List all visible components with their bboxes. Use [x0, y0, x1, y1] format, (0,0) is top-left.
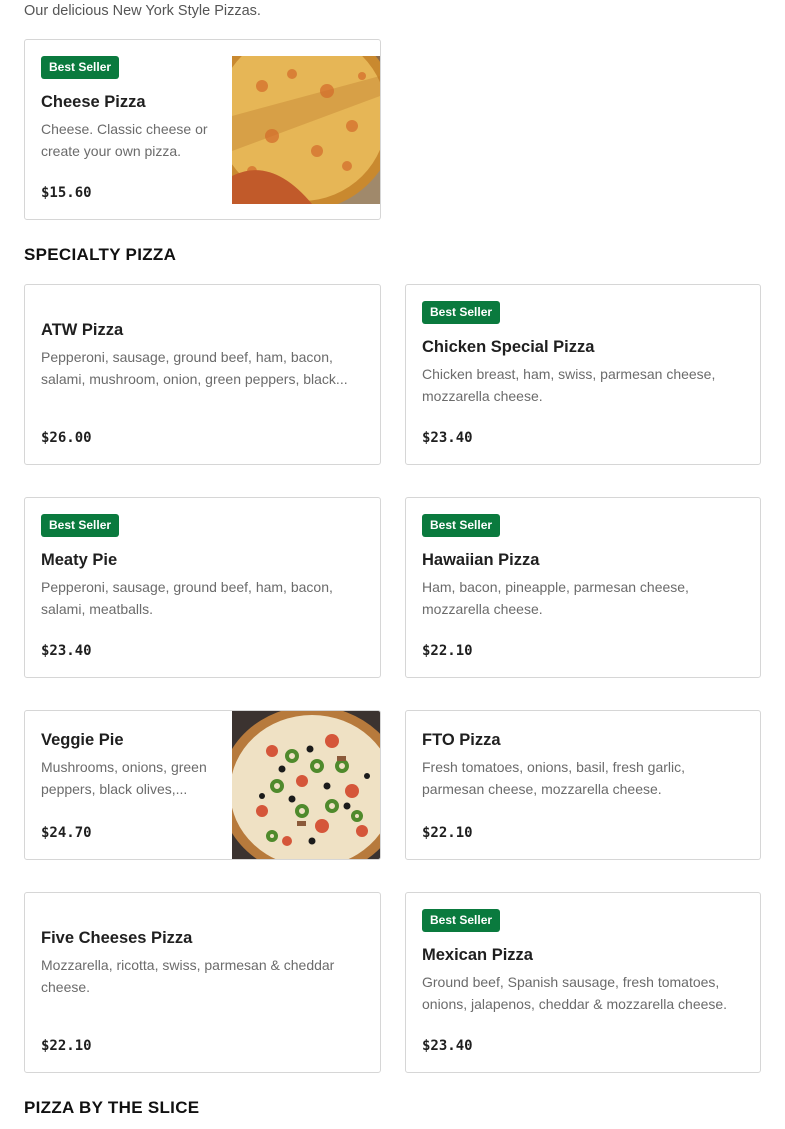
item-name: Five Cheeses Pizza	[41, 929, 193, 947]
section-title-specialty: SPECIALTY PIZZA	[24, 245, 177, 264]
item-price: $26.00	[41, 430, 92, 446]
menu-item-cheese-pizza[interactable]: Best Seller Cheese Pizza Cheese. Classic…	[24, 39, 381, 220]
best-seller-badge: Best Seller	[41, 56, 120, 79]
best-seller-badge: Best Seller	[41, 514, 120, 537]
menu-item-atw-pizza[interactable]: ATW Pizza Pepperoni, sausage, ground bee…	[24, 284, 381, 465]
item-description: Cheese. Classic cheese or create your ow…	[41, 121, 208, 159]
item-name: Hawaiian Pizza	[422, 551, 540, 569]
item-name: Veggie Pie	[41, 731, 124, 749]
item-price: $24.70	[41, 825, 92, 841]
section-intro: Our delicious New York Style Pizzas.	[24, 3, 261, 19]
menu-item-mexican-pizza[interactable]: Best Seller Mexican Pizza Ground beef, S…	[405, 892, 761, 1073]
item-price: $22.10	[422, 643, 473, 659]
item-price: $22.10	[422, 825, 473, 841]
menu-item-fto-pizza[interactable]: FTO Pizza Fresh tomatoes, onions, basil,…	[405, 710, 761, 860]
item-description: Ground beef, Spanish sausage, fresh toma…	[422, 974, 728, 1012]
item-description: Chicken breast, ham, swiss, parmesan che…	[422, 366, 716, 404]
item-name: Meaty Pie	[41, 551, 118, 569]
item-description: Pepperoni, sausage, ground beef, ham, ba…	[41, 349, 348, 387]
menu-item-chicken-special-pizza[interactable]: Best Seller Chicken Special Pizza Chicke…	[405, 284, 761, 465]
cheese-pizza-image	[232, 56, 380, 204]
item-name: Mexican Pizza	[422, 946, 533, 964]
menu-item-five-cheeses-pizza[interactable]: Five Cheeses Pizza Mozzarella, ricotta, …	[24, 892, 381, 1073]
item-description: Mozzarella, ricotta, swiss, parmesan & c…	[41, 957, 335, 995]
item-price: $23.40	[41, 643, 92, 659]
item-name: Chicken Special Pizza	[422, 338, 595, 356]
menu-item-hawaiian-pizza[interactable]: Best Seller Hawaiian Pizza Ham, bacon, p…	[405, 497, 761, 678]
veggie-pie-image	[232, 711, 380, 859]
item-name: Cheese Pizza	[41, 93, 146, 111]
item-price: $15.60	[41, 185, 92, 201]
item-description: Mushrooms, onions, green peppers, black …	[41, 759, 207, 797]
item-price: $23.40	[422, 1038, 473, 1054]
item-price: $22.10	[41, 1038, 92, 1054]
item-price: $23.40	[422, 430, 473, 446]
menu-item-veggie-pie[interactable]: Veggie Pie Mushrooms, onions, green pepp…	[24, 710, 381, 860]
item-description: Pepperoni, sausage, ground beef, ham, ba…	[41, 579, 333, 617]
section-title-slice: PIZZA BY THE SLICE	[24, 1098, 200, 1117]
item-name: ATW Pizza	[41, 321, 124, 339]
item-name: FTO Pizza	[422, 731, 501, 749]
menu-item-meaty-pie[interactable]: Best Seller Meaty Pie Pepperoni, sausage…	[24, 497, 381, 678]
item-description: Fresh tomatoes, onions, basil, fresh gar…	[422, 759, 686, 797]
best-seller-badge: Best Seller	[422, 909, 501, 932]
best-seller-badge: Best Seller	[422, 514, 501, 537]
item-description: Ham, bacon, pineapple, parmesan cheese, …	[422, 579, 689, 617]
best-seller-badge: Best Seller	[422, 301, 501, 324]
